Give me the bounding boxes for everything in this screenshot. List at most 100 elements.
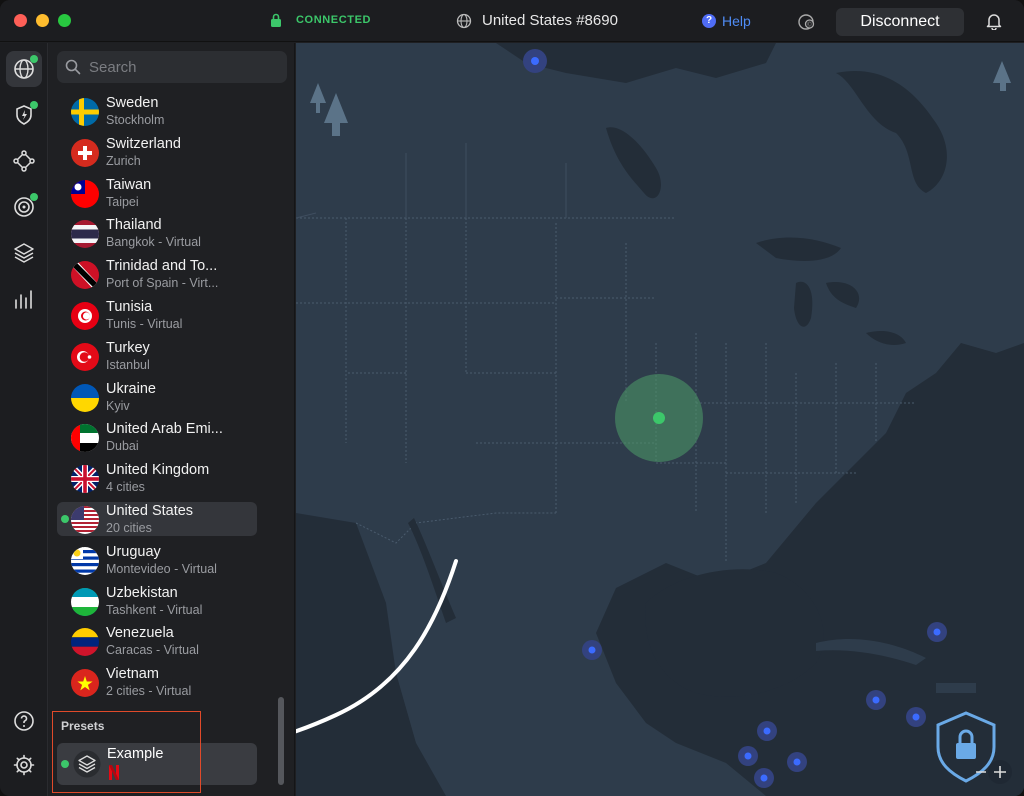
gear-icon <box>13 754 35 776</box>
country-subtitle: 20 cities <box>106 521 152 535</box>
presets-heading: Presets <box>61 719 105 733</box>
globe-icon <box>456 13 472 28</box>
zoom-window-button[interactable] <box>58 14 71 27</box>
preset-name: Example <box>107 746 164 762</box>
country-subtitle: Zurich <box>106 153 141 168</box>
country-name: Switzerland <box>106 135 181 152</box>
flag-icon <box>71 424 99 453</box>
flag-icon <box>71 506 99 534</box>
rail-specialty-servers-button[interactable] <box>6 235 42 271</box>
country-name: Venezuela <box>106 625 174 642</box>
flag-icon <box>71 261 99 290</box>
help-icon: ? <box>702 14 716 28</box>
country-subtitle: Port of Spain - Virt... <box>106 276 219 291</box>
current-server: United States #8690 <box>456 12 618 29</box>
country-item[interactable]: United States 20 cities <box>57 502 257 536</box>
netflix-logo-icon <box>109 765 119 780</box>
country-item[interactable]: Tunisia Tunis - Virtual <box>57 298 257 332</box>
country-item[interactable]: Sweden Stockholm <box>57 94 257 128</box>
country-name: United States <box>106 503 194 519</box>
country-item[interactable]: Uzbekistan Tashkent - Virtual <box>57 584 257 618</box>
country-item[interactable]: Venezuela Caracas - Virtual <box>57 624 257 658</box>
question-icon <box>14 711 34 731</box>
country-subtitle: 4 cities <box>106 480 145 495</box>
flag-icon <box>71 179 99 208</box>
country-name: Vietnam <box>106 666 159 683</box>
country-name: United Arab Emi... <box>106 421 223 438</box>
minimize-window-button[interactable] <box>36 14 49 27</box>
disconnect-button[interactable]: Disconnect <box>836 8 964 36</box>
country-name: United Kingdom <box>106 462 210 479</box>
bell-icon[interactable] <box>986 12 1002 30</box>
country-item[interactable]: Uruguay Montevideo - Virtual <box>57 543 257 577</box>
country-name: Uruguay <box>106 543 161 560</box>
preset-item-example[interactable]: Example <box>57 743 257 785</box>
rail-meshnet-button[interactable] <box>6 143 42 179</box>
rail-globe-button[interactable] <box>6 51 42 87</box>
flag-icon <box>71 302 99 330</box>
help-link[interactable]: ? Help <box>702 13 751 29</box>
flag-icon <box>71 98 99 126</box>
sidebar-scrollbar[interactable] <box>278 697 284 785</box>
nav-rail <box>0 43 48 796</box>
rail-threat-protection-button[interactable] <box>6 97 42 133</box>
country-subtitle: Bangkok - Virtual <box>106 235 201 250</box>
title-bar: CONNECTED United States #8690 ? Help © D… <box>0 0 1024 42</box>
server-name: United States #8690 <box>482 12 618 29</box>
country-name: Thailand <box>106 217 162 234</box>
search-box[interactable] <box>57 51 287 83</box>
country-item[interactable]: United Kingdom 4 cities <box>57 461 257 495</box>
search-input[interactable] <box>89 58 279 76</box>
country-item[interactable]: Switzerland Zurich <box>57 135 257 169</box>
active-dot <box>61 515 69 523</box>
rail-statistics-button[interactable] <box>6 281 42 317</box>
active-dot <box>30 55 38 63</box>
connection-status: CONNECTED <box>270 13 371 27</box>
status-text: CONNECTED <box>296 14 372 26</box>
country-subtitle: Tashkent - Virtual <box>106 602 203 617</box>
meshnet-icon <box>13 150 35 172</box>
country-item[interactable]: Ukraine Kyiv <box>57 380 257 414</box>
search-icon <box>65 59 81 75</box>
layers-icon <box>14 243 34 263</box>
country-item[interactable]: Trinidad and To... Port of Spain - Virt..… <box>57 257 257 291</box>
flag-icon <box>71 628 99 657</box>
map-canvas <box>296 43 1024 796</box>
country-subtitle: Caracas - Virtual <box>106 643 199 658</box>
country-subtitle: Tunis - Virtual <box>106 317 183 331</box>
flag-icon <box>71 669 99 698</box>
country-name: Trinidad and To... <box>106 258 218 275</box>
meshnet-icon[interactable]: © <box>797 12 817 32</box>
country-subtitle: Montevideo - Virtual <box>106 561 217 576</box>
flag-icon <box>71 465 99 494</box>
country-item[interactable]: United Arab Emi... Dubai <box>57 420 257 454</box>
layers-icon <box>73 750 101 778</box>
flag-icon <box>71 138 99 167</box>
country-item[interactable]: Vietnam 2 cities - Virtual <box>57 665 257 699</box>
flag-icon <box>71 383 99 412</box>
svg-text:©: © <box>807 22 812 29</box>
app-window: CONNECTED United States #8690 ? Help © D… <box>0 0 1024 796</box>
country-item[interactable]: Turkey Istanbul <box>57 339 257 373</box>
rail-settings-button[interactable] <box>6 747 42 783</box>
country-name: Sweden <box>106 95 159 111</box>
rail-help-button[interactable] <box>6 703 42 739</box>
country-name: Tunisia <box>106 299 153 315</box>
close-window-button[interactable] <box>14 14 27 27</box>
country-subtitle: Kyiv <box>106 398 130 413</box>
country-subtitle: Istanbul <box>106 357 150 372</box>
rail-dark-web-monitor-button[interactable] <box>6 189 42 225</box>
active-dot <box>61 760 69 768</box>
flag-icon <box>71 220 99 249</box>
flag-icon <box>71 342 99 371</box>
country-sidebar: Sweden Stockholm SwitzerlandZurich TaiwanTa… <box>49 43 295 796</box>
country-name: Turkey <box>106 339 150 356</box>
country-item[interactable]: Taiwan Taipei <box>57 176 257 210</box>
country-name: Ukraine <box>106 380 156 397</box>
active-dot <box>30 193 38 201</box>
country-subtitle: Stockholm <box>106 113 165 127</box>
country-subtitle: 2 cities - Virtual <box>106 684 192 699</box>
world-map[interactable] <box>296 43 1024 796</box>
country-item[interactable]: Thailand Bangkok - Virtual <box>57 216 257 250</box>
bar-chart-icon <box>15 290 32 309</box>
